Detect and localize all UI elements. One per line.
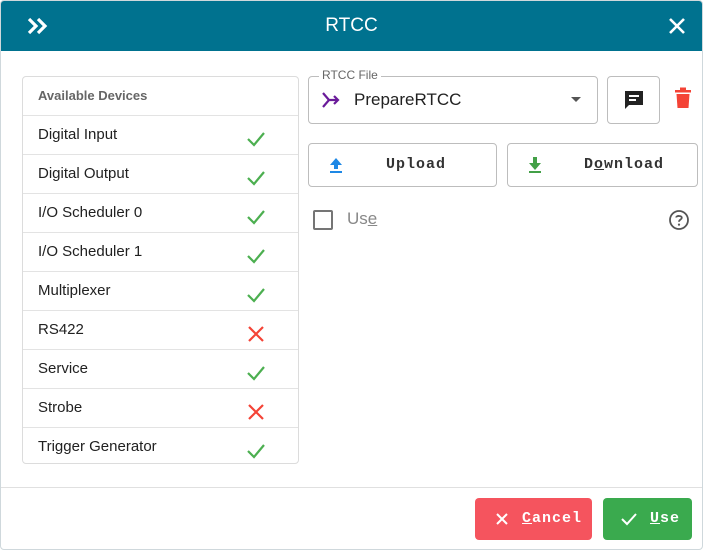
download-icon bbox=[525, 155, 545, 175]
device-rows: Digital Input Digital Output I/O Schedul… bbox=[23, 116, 298, 466]
footer-divider bbox=[1, 487, 702, 488]
device-row: Digital Input bbox=[23, 116, 298, 155]
use-label-mnemonic: e bbox=[367, 209, 378, 228]
check-icon bbox=[246, 126, 266, 147]
device-row: Strobe bbox=[23, 389, 298, 428]
comment-icon bbox=[624, 91, 643, 109]
upload-label: Upload bbox=[386, 156, 447, 173]
device-row: I/O Scheduler 1 bbox=[23, 233, 298, 272]
use-label-start: Us bbox=[347, 209, 368, 228]
available-devices-list: Available Devices Digital Input Digital … bbox=[22, 76, 299, 464]
rtcc-file-select[interactable]: RTCC File PrepareRTCC bbox=[308, 68, 598, 124]
use-label-rest: se bbox=[660, 510, 681, 527]
check-icon bbox=[246, 165, 266, 186]
dialog-title: RTCC bbox=[325, 15, 378, 36]
close-icon bbox=[669, 18, 685, 34]
rtcc-dialog: RTCC Available Devices Digital Input Dig… bbox=[0, 0, 703, 550]
use-button[interactable]: Use bbox=[603, 498, 692, 540]
device-label: Service bbox=[38, 360, 89, 377]
close-button[interactable] bbox=[662, 11, 692, 41]
check-icon bbox=[620, 510, 638, 528]
device-row: Trigger Generator bbox=[23, 428, 298, 466]
device-label: Trigger Generator bbox=[38, 438, 157, 455]
cross-icon bbox=[246, 399, 266, 420]
download-button[interactable]: Download bbox=[507, 143, 698, 187]
device-label: Multiplexer bbox=[38, 282, 111, 299]
device-row: RS422 bbox=[23, 311, 298, 350]
cross-icon bbox=[246, 321, 266, 342]
device-label: Digital Input bbox=[38, 126, 118, 143]
help-circle-icon[interactable] bbox=[668, 209, 690, 231]
use-checkbox[interactable] bbox=[313, 210, 333, 230]
cancel-label-rest: ancel bbox=[532, 510, 583, 527]
device-label: I/O Scheduler 0 bbox=[38, 204, 143, 221]
cancel-button[interactable]: Cancel bbox=[475, 498, 592, 540]
use-label: Use bbox=[650, 510, 680, 527]
x-icon bbox=[493, 510, 511, 528]
device-label: RS422 bbox=[38, 321, 84, 338]
use-checkbox-label: Use bbox=[347, 209, 377, 229]
upload-button[interactable]: Upload bbox=[308, 143, 497, 187]
check-icon bbox=[246, 243, 266, 264]
device-row: Multiplexer bbox=[23, 272, 298, 311]
cancel-label-mnemonic: C bbox=[522, 510, 533, 527]
merge-arrows-icon bbox=[321, 91, 341, 109]
title-bar: RTCC bbox=[1, 1, 702, 51]
check-icon bbox=[246, 204, 266, 225]
device-label: I/O Scheduler 1 bbox=[38, 243, 143, 260]
upload-icon bbox=[326, 155, 346, 175]
device-label: Strobe bbox=[38, 399, 83, 416]
rtcc-file-label: RTCC File bbox=[319, 68, 381, 82]
trash-icon bbox=[675, 87, 691, 108]
device-row: I/O Scheduler 0 bbox=[23, 194, 298, 233]
cancel-label: Cancel bbox=[522, 510, 582, 527]
check-icon bbox=[246, 360, 266, 381]
delete-button[interactable] bbox=[671, 85, 695, 111]
device-label: Digital Output bbox=[38, 165, 129, 182]
use-label-mnemonic-footer: U bbox=[650, 510, 661, 527]
download-label-end: wnload bbox=[604, 156, 665, 173]
download-label: Download bbox=[584, 156, 664, 173]
check-icon bbox=[246, 282, 266, 303]
chevron-down-icon bbox=[571, 97, 581, 102]
device-row: Service bbox=[23, 350, 298, 389]
devices-header: Available Devices bbox=[23, 77, 298, 116]
download-label-start: D bbox=[584, 156, 595, 173]
download-label-mnemonic: o bbox=[594, 156, 605, 173]
check-icon bbox=[246, 438, 266, 459]
comment-button[interactable] bbox=[607, 76, 660, 124]
device-row: Digital Output bbox=[23, 155, 298, 194]
rtcc-file-value: PrepareRTCC bbox=[354, 90, 462, 109]
